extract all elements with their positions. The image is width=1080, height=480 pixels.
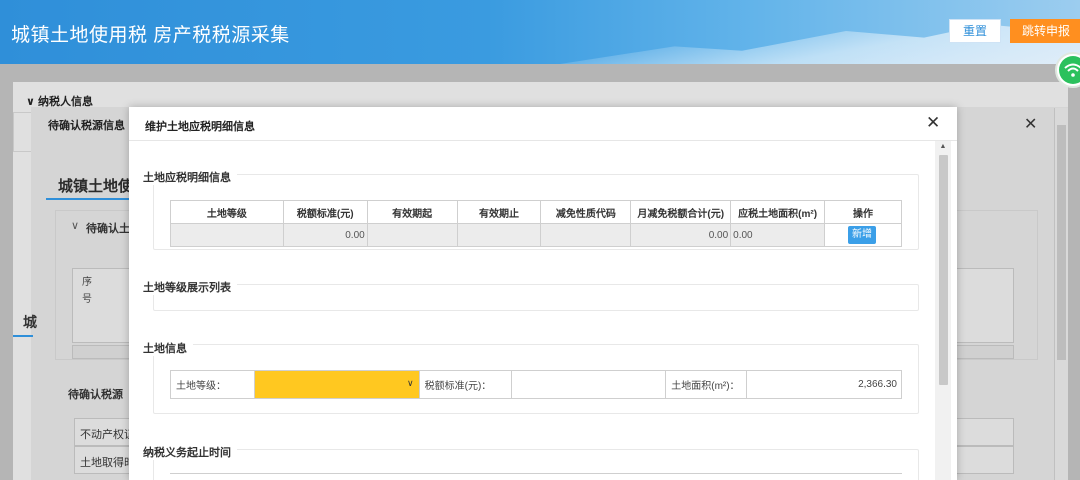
cell-taxable-area: 0.00 xyxy=(730,223,826,247)
cell-land-grade xyxy=(170,223,284,247)
cell-operation: 新增 xyxy=(824,223,902,247)
add-button[interactable]: 新增 xyxy=(848,226,877,244)
table-header-row: 土地等级 税额标准(元) 有效期起 有效期止 减免性质代码 月减免税额合计(元)… xyxy=(170,200,902,224)
jump-to-declare-button[interactable]: 跳转申报 xyxy=(1010,19,1080,43)
land-detail-section-title: 土地应税明细信息 xyxy=(143,169,237,185)
tab-urban-land-tax[interactable]: 城镇土地使 xyxy=(58,175,133,196)
close-icon[interactable]: ✕ xyxy=(926,113,940,133)
tax-obligation-title: 纳税义务起止时间 xyxy=(143,444,237,460)
cell-valid-from xyxy=(366,223,458,247)
col-exemption-code: 减免性质代码 xyxy=(540,200,632,224)
modal-title: 维护土地应税明细信息 xyxy=(145,121,255,133)
modal-scroll-thumb[interactable] xyxy=(939,155,948,385)
land-grade-label: 土地等级： xyxy=(170,370,255,399)
col-taxable-area: 应税土地面积(m²) xyxy=(730,200,826,224)
cell-tax-standard: 0.00 xyxy=(282,223,368,247)
land-grade-list-title: 土地等级展示列表 xyxy=(143,279,237,295)
scroll-up-arrow-icon[interactable]: ▲ xyxy=(935,143,951,153)
confirm-land-section-title: 待确认土 xyxy=(86,223,130,235)
land-info-form: 土地等级： ∨ 税额标准(元)： 土地面积(m²)： 2,366.30 xyxy=(170,370,902,399)
seq-column-header: 序号 xyxy=(82,277,92,305)
col-land-grade: 土地等级 xyxy=(170,200,284,224)
land-area-label: 土地面积(m²)： xyxy=(665,370,748,399)
chevron-down-icon: ∨ xyxy=(71,220,80,232)
land-grade-select[interactable]: ∨ xyxy=(253,370,420,399)
land-detail-table: 土地等级 税额标准(元) 有效期起 有效期止 减免性质代码 月减免税额合计(元)… xyxy=(170,200,902,247)
land-grade-list-section xyxy=(153,284,919,311)
side-tab-label[interactable]: 城 xyxy=(23,312,37,332)
col-operation: 操作 xyxy=(824,200,902,224)
wifi-icon xyxy=(1059,56,1080,84)
cell-exemption-code xyxy=(540,223,632,247)
tax-standard-field[interactable] xyxy=(510,370,667,399)
cell-monthly-exemption: 0.00 xyxy=(630,223,732,247)
col-monthly-exemption: 月减免税额合计(元) xyxy=(630,200,732,224)
modal-header: 维护土地应税明细信息 ✕ xyxy=(129,107,957,141)
col-valid-from: 有效期起 xyxy=(366,200,458,224)
property-cert-label: 不动产权证 xyxy=(80,429,135,441)
chevron-down-icon: ∨ xyxy=(407,378,414,388)
tab-active-indicator xyxy=(46,198,136,200)
pending-dialog-scroll-thumb[interactable] xyxy=(1057,125,1066,360)
col-valid-to: 有效期止 xyxy=(456,200,542,224)
header-mountain-decoration xyxy=(560,24,1080,64)
pending-dialog-close-icon[interactable]: ✕ xyxy=(1024,114,1037,134)
modal-scrollbar[interactable]: ▲ xyxy=(935,141,951,480)
page-header: 城镇土地使用税 房产税税源采集 重置 跳转申报 xyxy=(0,0,1080,64)
pending-source-section-title: 待确认税源 xyxy=(68,389,123,401)
page-title: 城镇土地使用税 房产税税源采集 xyxy=(11,25,290,46)
maintain-land-detail-modal: 维护土地应税明细信息 ✕ ▲ 土地应税明细信息 土地等级 税额标准(元) 有效期… xyxy=(129,107,957,480)
reset-button[interactable]: 重置 xyxy=(949,19,1001,43)
tax-standard-label: 税额标准(元)： xyxy=(418,370,512,399)
land-area-field[interactable]: 2,366.30 xyxy=(746,370,902,399)
land-info-title: 土地信息 xyxy=(143,340,193,356)
cell-valid-to xyxy=(456,223,542,247)
col-tax-standard: 税额标准(元) xyxy=(282,200,368,224)
side-tab-indicator xyxy=(13,335,33,337)
table-row: 0.00 0.00 0.00 新增 xyxy=(170,223,902,247)
tax-obligation-table xyxy=(170,473,902,480)
pending-dialog-title: 待确认税源信息 xyxy=(48,120,125,132)
land-acquire-time-label: 土地取得时 xyxy=(80,457,135,469)
